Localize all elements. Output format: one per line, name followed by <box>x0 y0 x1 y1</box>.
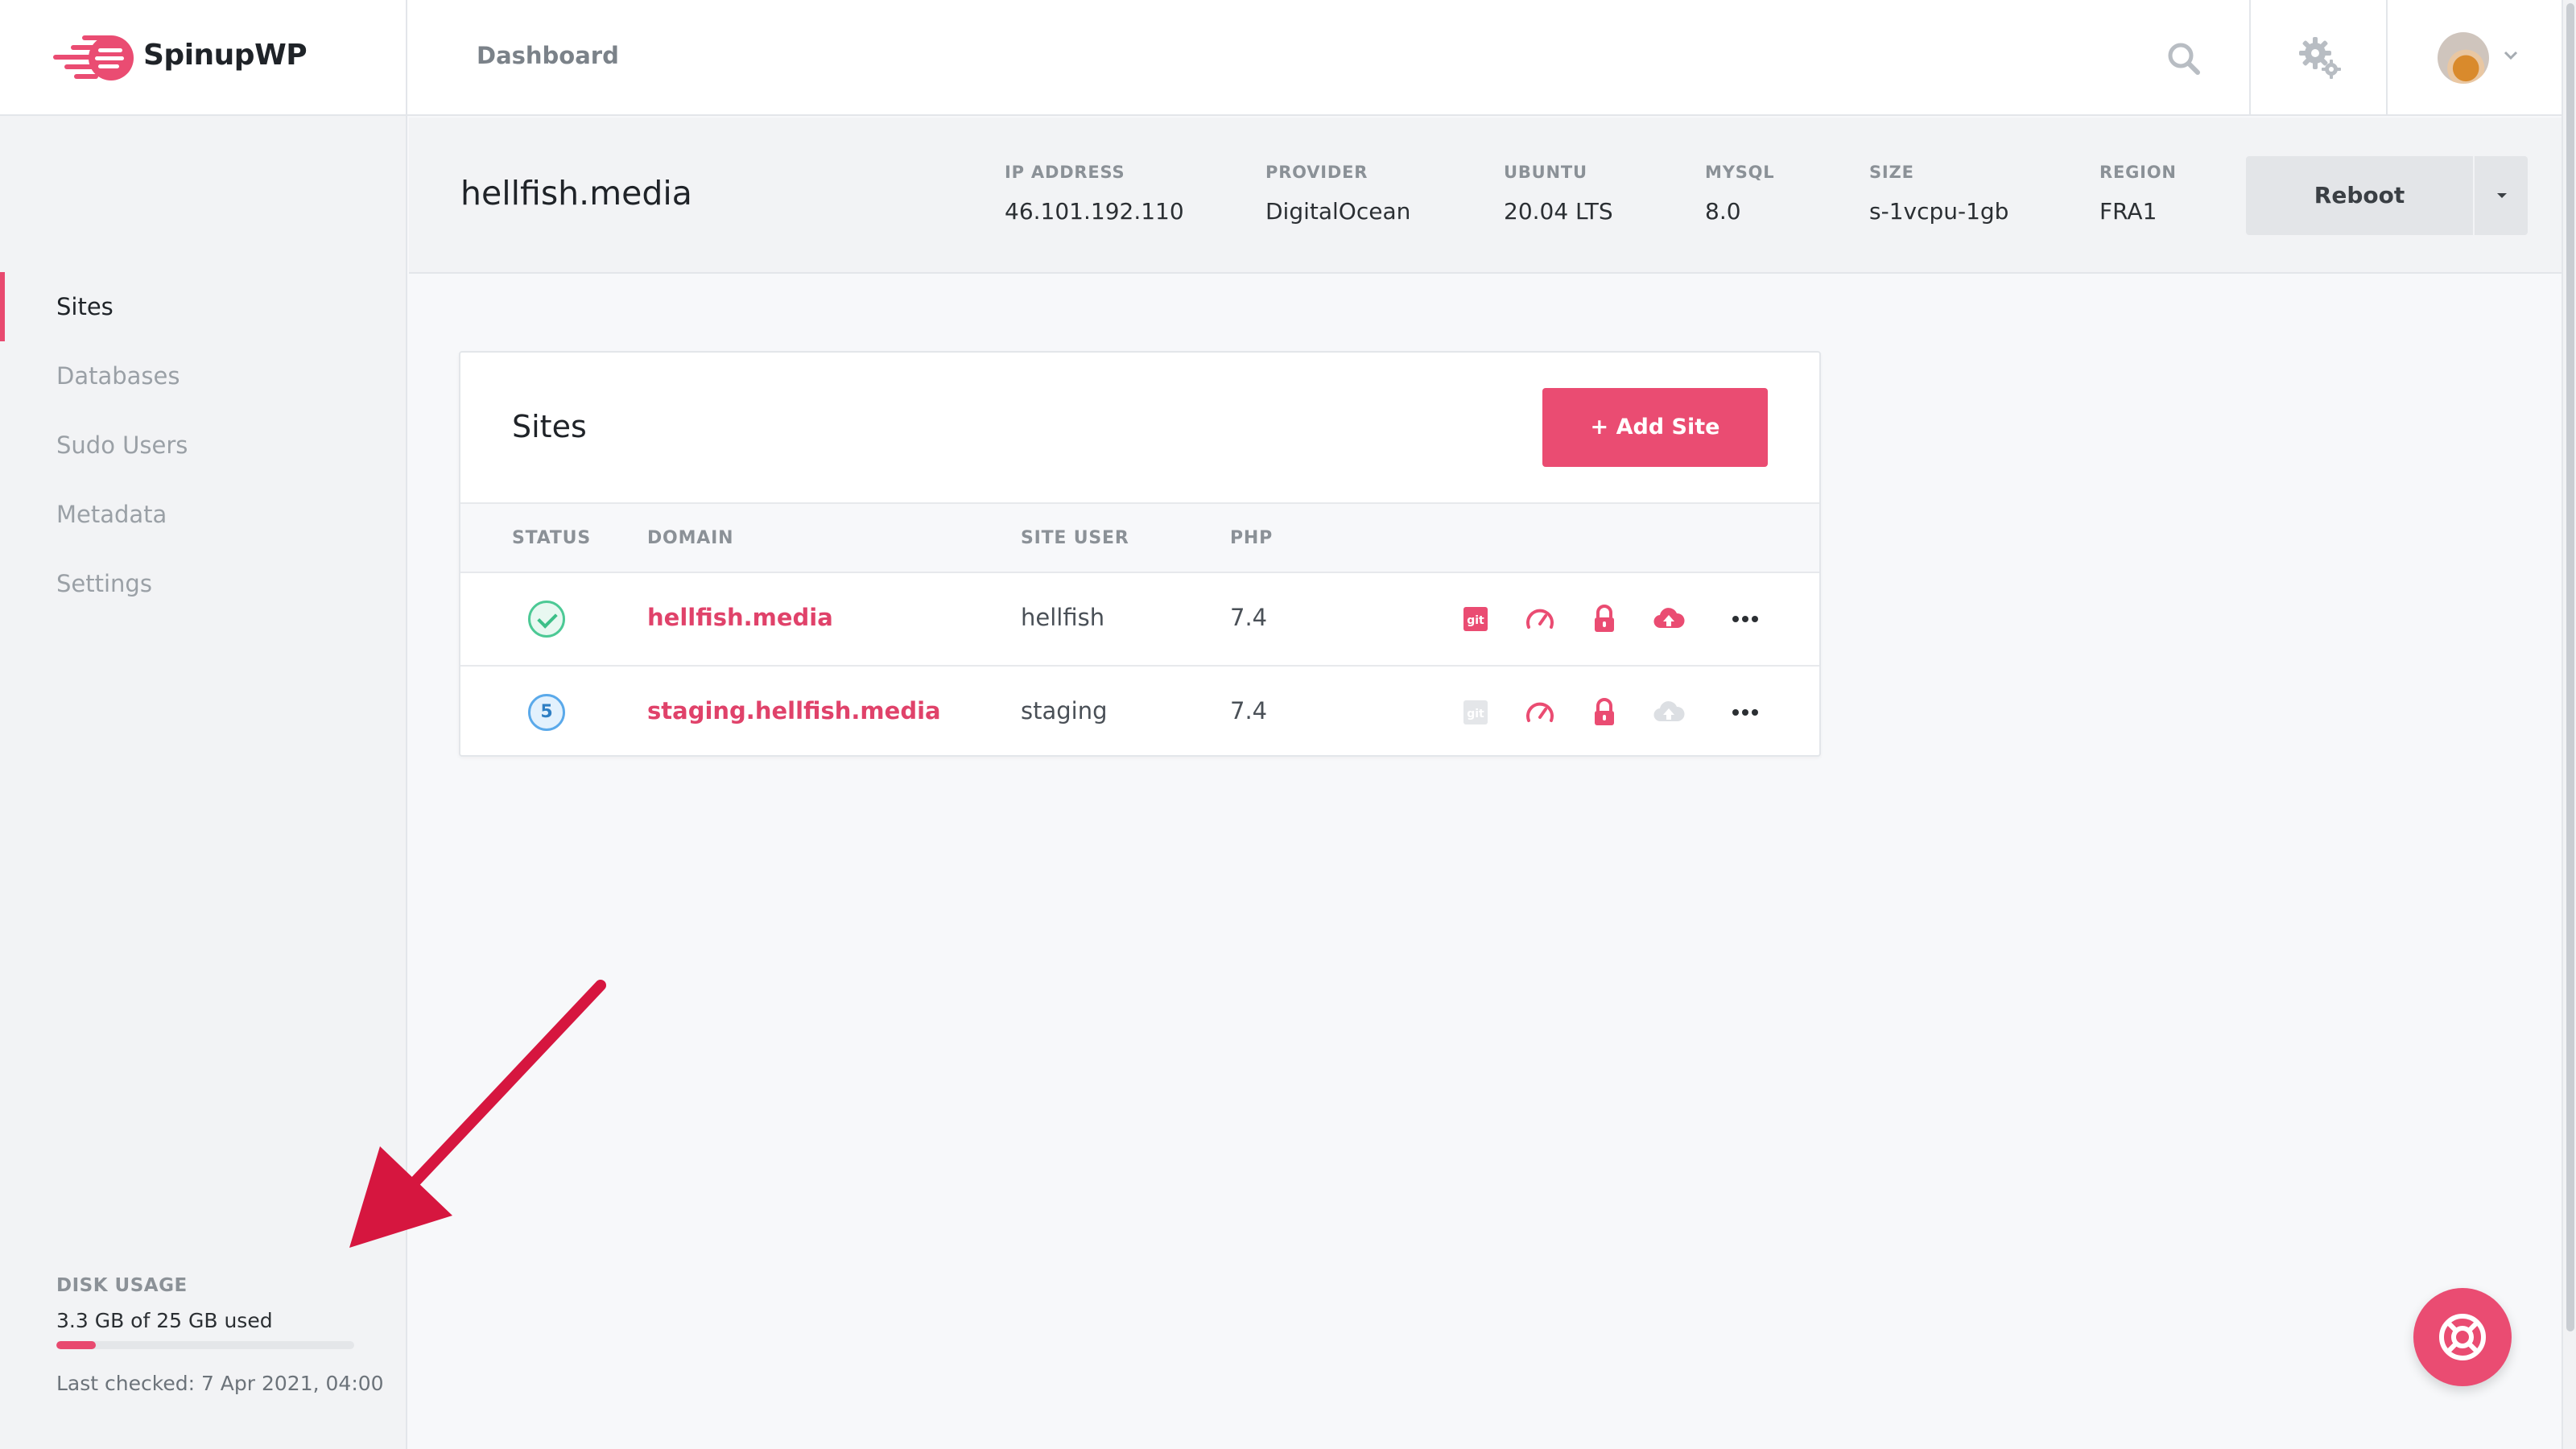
disk-usage-fill <box>56 1341 96 1349</box>
table-header: STATUS DOMAIN SITE USER PHP <box>460 502 1819 573</box>
meta-value: FRA1 <box>2099 198 2157 225</box>
speedometer-icon[interactable] <box>1523 696 1557 729</box>
meta-value: 46.101.192.110 <box>1005 198 1184 225</box>
more-icon[interactable] <box>1729 602 1761 636</box>
user-menu[interactable] <box>2386 0 2562 116</box>
column-status[interactable]: STATUS <box>512 528 591 548</box>
add-site-button[interactable]: + Add Site <box>1542 388 1768 467</box>
meta-ubuntu: UBUNTU 20.04 LTS <box>1504 163 1613 225</box>
table-row[interactable]: hellfish.media hellfish 7.4 git <box>460 573 1819 665</box>
svg-text:git: git <box>1467 614 1484 627</box>
meta-label: PROVIDER <box>1265 163 1368 182</box>
more-icon[interactable] <box>1729 696 1761 729</box>
meta-value: DigitalOcean <box>1265 198 1411 225</box>
disk-usage-bar <box>56 1341 354 1349</box>
column-site-user[interactable]: SITE USER <box>1021 528 1129 548</box>
meta-mysql: MYSQL 8.0 <box>1705 163 1774 225</box>
svg-text:git: git <box>1467 708 1484 720</box>
meta-size: SIZE s-1vcpu-1gb <box>1869 163 2008 225</box>
meta-value: s-1vcpu-1gb <box>1869 198 2009 225</box>
sidebar-item-sudo-users[interactable]: Sudo Users <box>0 411 406 480</box>
logo-text: SpinupWP <box>143 39 308 72</box>
cloud-upload-icon[interactable] <box>1652 602 1686 636</box>
spinupwp-logo-icon <box>53 35 134 80</box>
lifebuoy-icon <box>2439 1314 2486 1360</box>
sidebar-item-databases[interactable]: Databases <box>0 341 406 411</box>
table-row[interactable]: 5 staging.hellfish.media staging 7.4 git <box>460 665 1819 757</box>
search-icon[interactable] <box>2157 32 2211 85</box>
settings-button[interactable] <box>2249 0 2386 116</box>
help-button[interactable] <box>2413 1288 2512 1386</box>
speedometer-icon[interactable] <box>1523 602 1557 636</box>
sites-card-title: Sites <box>512 409 587 444</box>
lock-icon[interactable] <box>1587 696 1621 729</box>
server-name: hellfish.media <box>460 174 692 213</box>
server-summary: hellfish.media IP ADDRESS 46.101.192.110… <box>409 118 2562 274</box>
meta-value: 8.0 <box>1705 198 1741 225</box>
site-php-version: 7.4 <box>1230 697 1268 724</box>
top-header: SpinupWP Dashboard <box>0 0 2562 116</box>
git-icon[interactable]: git <box>1459 602 1492 636</box>
breadcrumb-dashboard[interactable]: Dashboard <box>477 42 619 69</box>
site-php-version: 7.4 <box>1230 604 1268 631</box>
status-check-icon <box>528 601 565 638</box>
chevron-down-icon <box>2504 51 2518 60</box>
scrollbar-thumb[interactable] <box>2566 3 2574 1331</box>
reboot-dropdown-toggle[interactable] <box>2473 156 2528 235</box>
avatar <box>2438 32 2489 84</box>
reboot-button-group: Reboot <box>2246 156 2528 235</box>
meta-label: REGION <box>2099 163 2177 182</box>
annotation-arrow-icon <box>349 980 606 1248</box>
meta-label: MYSQL <box>1705 163 1775 182</box>
meta-value: 20.04 LTS <box>1504 198 1613 225</box>
cloud-upload-icon[interactable] <box>1652 696 1686 729</box>
column-php[interactable]: PHP <box>1230 528 1273 548</box>
site-user: staging <box>1021 697 1108 724</box>
disk-usage-text: 3.3 GB of 25 GB used <box>56 1309 273 1332</box>
site-user: hellfish <box>1021 604 1105 631</box>
disk-last-checked: Last checked: 7 Apr 2021, 04:00 <box>56 1372 384 1395</box>
sites-card: Sites + Add Site STATUS DOMAIN SITE USER… <box>459 351 1821 757</box>
meta-label: SIZE <box>1869 163 1914 182</box>
reboot-button[interactable]: Reboot <box>2246 156 2473 235</box>
column-domain[interactable]: DOMAIN <box>647 528 733 548</box>
gear-icon <box>2299 37 2341 79</box>
meta-label: IP ADDRESS <box>1005 163 1125 182</box>
sidebar-item-settings[interactable]: Settings <box>0 549 406 618</box>
git-icon[interactable]: git <box>1459 696 1492 729</box>
meta-provider: PROVIDER DigitalOcean <box>1265 163 1410 225</box>
lock-icon[interactable] <box>1587 602 1621 636</box>
status-count-badge: 5 <box>528 694 565 731</box>
meta-region: REGION FRA1 <box>2099 163 2177 225</box>
meta-label: UBUNTU <box>1504 163 1587 182</box>
disk-usage-title: DISK USAGE <box>56 1275 188 1296</box>
site-domain-link[interactable]: hellfish.media <box>647 604 833 631</box>
sidebar-item-sites[interactable]: Sites <box>0 272 406 341</box>
meta-ip-address: IP ADDRESS 46.101.192.110 <box>1005 163 1184 225</box>
logo[interactable]: SpinupWP <box>0 0 407 116</box>
site-domain-link[interactable]: staging.hellfish.media <box>647 697 941 724</box>
sidebar-item-metadata[interactable]: Metadata <box>0 480 406 549</box>
scrollbar[interactable] <box>2562 0 2576 1449</box>
